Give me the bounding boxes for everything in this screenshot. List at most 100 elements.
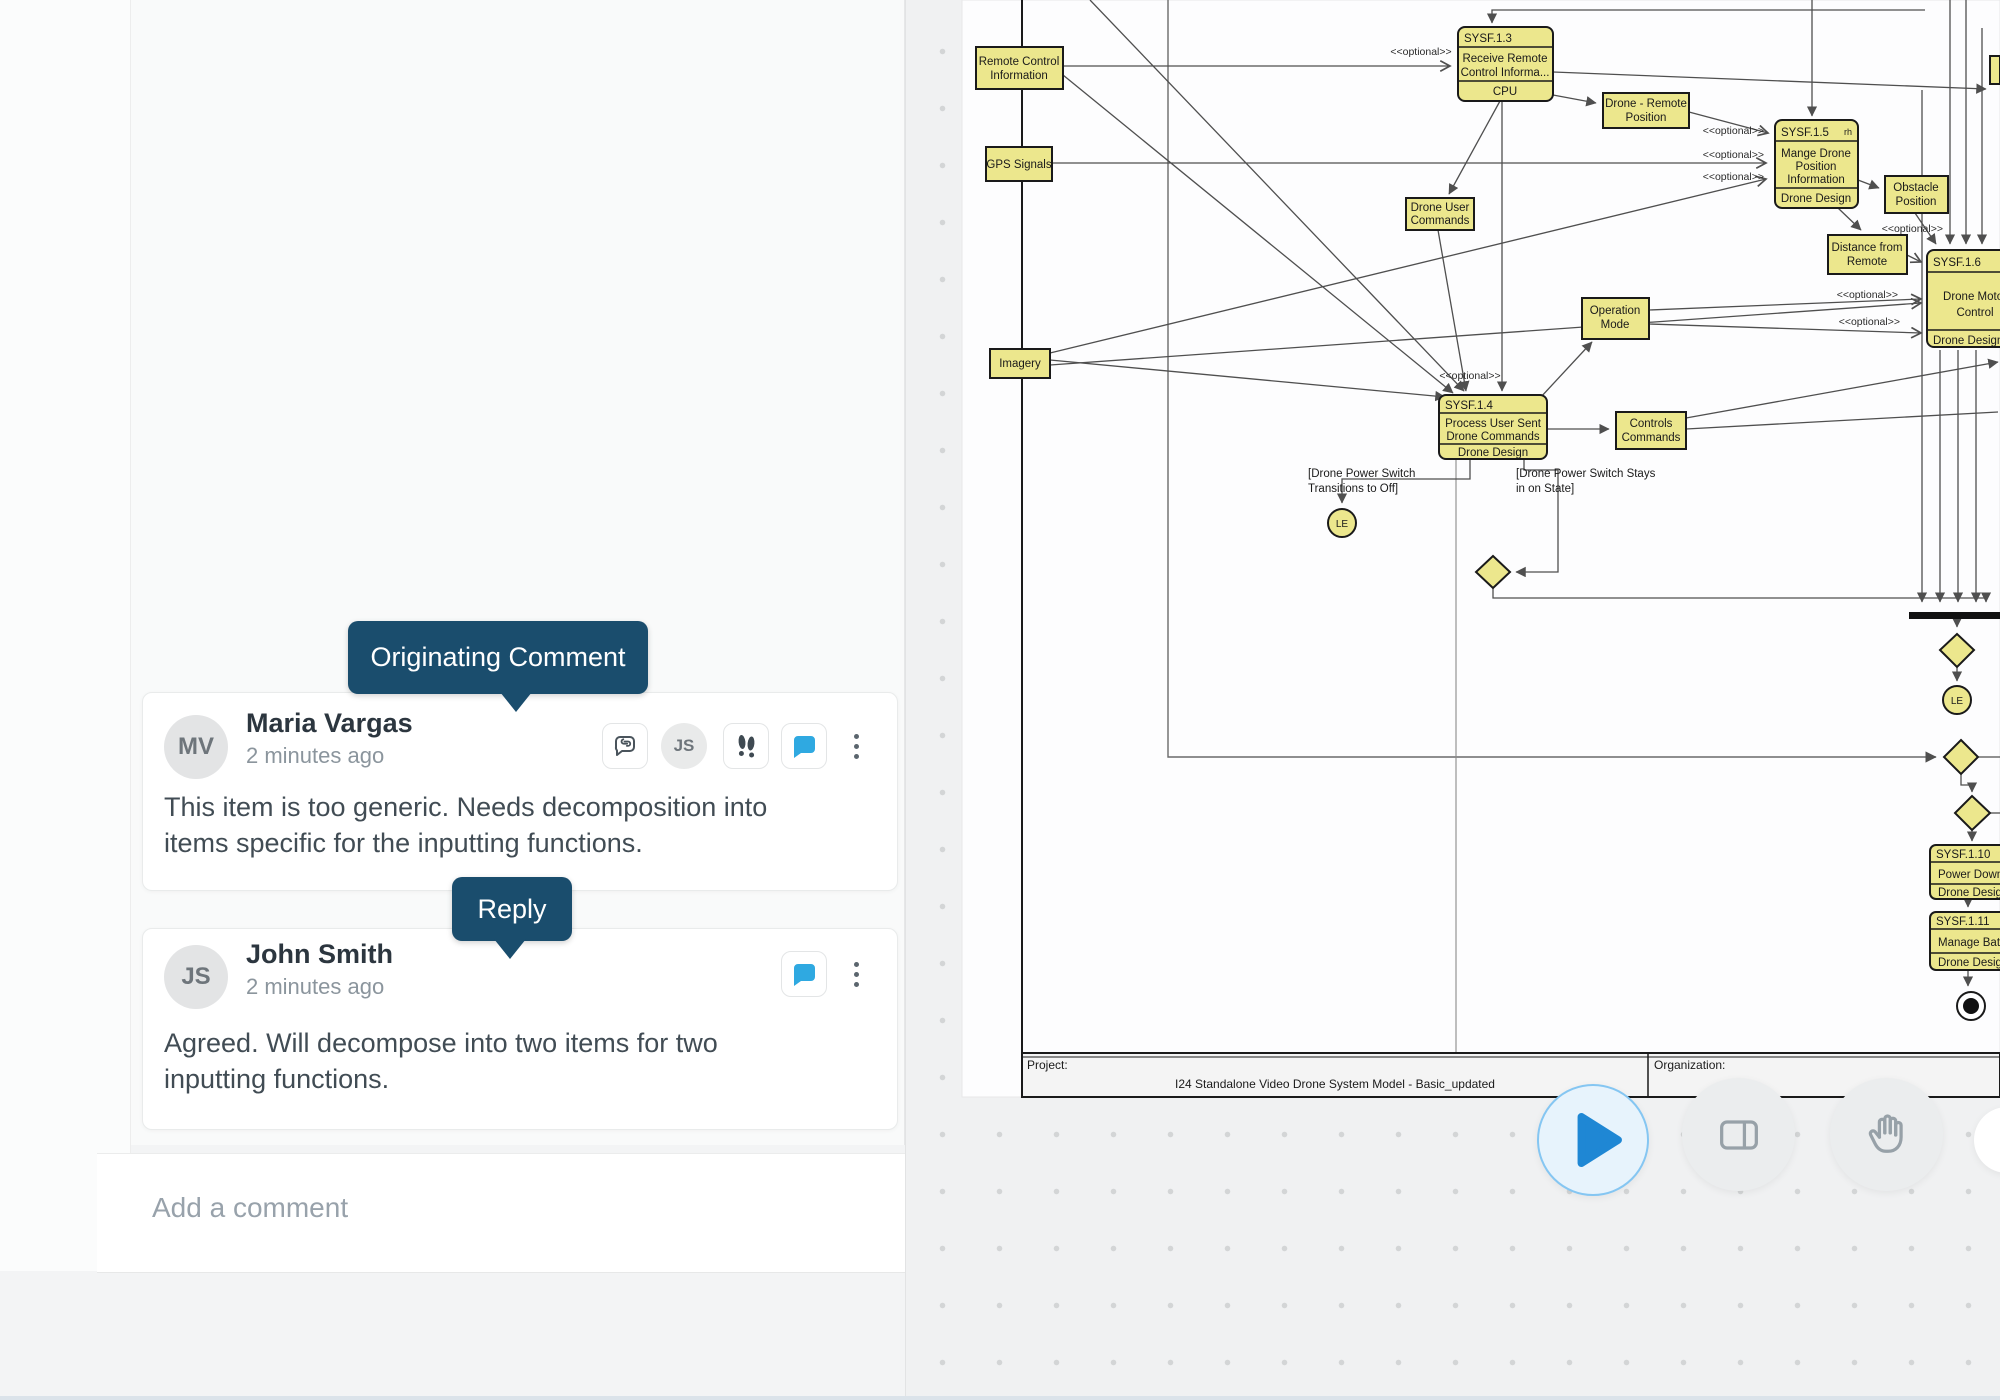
node-distance-from-remote[interactable] xyxy=(1828,235,1907,274)
svg-text:SYSF.1.6: SYSF.1.6 xyxy=(1933,257,1981,269)
svg-text:Drone Desig: Drone Desig xyxy=(1938,887,2000,899)
svg-text:in on State]: in on State] xyxy=(1516,483,1574,495)
comment-card-originating: MV Maria Vargas 2 minutes ago JS This it… xyxy=(142,692,898,891)
node-sysf-1-4[interactable]: SYSF.1.4 Process User Sent Drone Command… xyxy=(1439,395,1547,459)
footprints-button[interactable] xyxy=(723,723,769,769)
svg-text:Drone - Remote: Drone - Remote xyxy=(1605,98,1687,110)
simulate-button[interactable] xyxy=(1537,1084,1649,1196)
avatar: JS xyxy=(164,945,228,1009)
svg-text:Drone User: Drone User xyxy=(1411,202,1470,214)
svg-text:LE: LE xyxy=(1336,519,1349,530)
svg-text:SYSF.1.4: SYSF.1.4 xyxy=(1445,400,1494,412)
svg-text:Remote: Remote xyxy=(1847,256,1887,268)
final-node-core xyxy=(1963,998,1979,1014)
svg-text:Transitions to Off]: Transitions to Off] xyxy=(1308,483,1398,495)
comment-author: John Smith xyxy=(246,939,393,970)
svg-text:<<optional>>: <<optional>> xyxy=(1439,370,1500,382)
comment-bubble-icon xyxy=(790,732,818,760)
side-panel-toggle-button[interactable] xyxy=(1682,1078,1795,1191)
svg-text:<<optional>>: <<optional>> xyxy=(1839,316,1900,328)
svg-text:<<optional>>: <<optional>> xyxy=(1703,149,1764,161)
participant-avatar-initials: JS xyxy=(674,736,695,756)
svg-text:SYSF.1.11: SYSF.1.11 xyxy=(1936,916,1990,928)
svg-text:<<optional>>: <<optional>> xyxy=(1390,46,1451,58)
node-remote-control-information[interactable] xyxy=(976,47,1063,89)
decomposed-badge: rh xyxy=(1844,127,1852,137)
comment-text: Agreed. Will decompose into two items fo… xyxy=(164,1025,804,1097)
svg-text:Manage Batte: Manage Batte xyxy=(1938,937,2000,949)
comment-menu-button[interactable] xyxy=(846,951,866,997)
project-value: I24 Standalone Video Drone System Model … xyxy=(1175,1077,1495,1091)
svg-text:Drone Desig: Drone Desig xyxy=(1938,957,2000,969)
svg-text:<<optional>>: <<optional>> xyxy=(1882,223,1943,235)
svg-text:<<optional>>: <<optional>> xyxy=(1703,171,1764,183)
add-comment-input[interactable]: Add a comment xyxy=(97,1153,905,1273)
comment-timestamp: 2 minutes ago xyxy=(246,974,384,1000)
reply-tooltip-tail xyxy=(494,939,526,959)
svg-text:Commands: Commands xyxy=(1622,432,1681,444)
originating-comment-tooltip-label: Originating Comment xyxy=(370,642,625,673)
svg-text:SYSF.1.10: SYSF.1.10 xyxy=(1936,849,1990,861)
node-sysf-1-5[interactable]: SYSF.1.5 rh Mange Drone Position Informa… xyxy=(1775,120,1858,208)
avatar-initials: JS xyxy=(181,963,210,991)
svg-text:Imagery: Imagery xyxy=(999,358,1041,370)
link-comment-button[interactable] xyxy=(602,723,648,769)
svg-text:Position: Position xyxy=(1896,196,1937,208)
join-bar[interactable] xyxy=(1909,612,2000,619)
svg-text:CPU: CPU xyxy=(1493,86,1517,98)
originating-comment-tooltip: Originating Comment xyxy=(348,621,648,694)
svg-text:Mode: Mode xyxy=(1601,319,1630,331)
comment-indicator-button[interactable] xyxy=(781,951,827,997)
node-sysf-1-3[interactable]: SYSF.1.3 Receive Remote Control Informa.… xyxy=(1458,27,1553,101)
svg-text:Power Down.: Power Down. xyxy=(1938,869,2000,881)
comment-timestamp: 2 minutes ago xyxy=(246,743,384,769)
comment-menu-button[interactable] xyxy=(846,723,866,769)
svg-text:Obstacle: Obstacle xyxy=(1893,182,1938,194)
svg-text:Commands: Commands xyxy=(1411,215,1470,227)
svg-text:Position: Position xyxy=(1626,112,1667,124)
model-diagram: <<optional>> <<optional>> <<optional>> <… xyxy=(905,0,2000,1400)
svg-text:Drone Motor: Drone Motor xyxy=(1943,291,2000,303)
organization-label: Organization: xyxy=(1654,1058,1725,1072)
node-clipped-right[interactable] xyxy=(1990,56,2000,84)
avatar-initials: MV xyxy=(178,733,214,761)
comment-indicator-button[interactable] xyxy=(781,723,827,769)
reply-tooltip: Reply xyxy=(452,877,572,941)
svg-text:Drone Design: Drone Design xyxy=(1458,447,1528,459)
comment-bubble-icon xyxy=(790,960,818,988)
svg-text:Position: Position xyxy=(1796,161,1837,173)
left-gutter xyxy=(0,0,131,1271)
svg-text:LE: LE xyxy=(1951,696,1964,707)
svg-text:Operation: Operation xyxy=(1590,305,1641,317)
avatar: MV xyxy=(164,715,228,779)
svg-text:Control Informa...: Control Informa... xyxy=(1461,67,1550,79)
svg-text:Mange Drone: Mange Drone xyxy=(1781,148,1851,160)
hand-icon xyxy=(1861,1109,1913,1161)
participant-avatar: JS xyxy=(661,723,707,769)
comment-author: Maria Vargas xyxy=(246,708,413,739)
svg-text:Drone Commands: Drone Commands xyxy=(1446,431,1540,443)
svg-text:GPS Signals: GPS Signals xyxy=(986,159,1051,171)
svg-text:Controls: Controls xyxy=(1630,418,1673,430)
reply-tooltip-label: Reply xyxy=(477,894,546,925)
node-sysf-1-11[interactable]: SYSF.1.11 Manage Batte Drone Desig xyxy=(1930,912,2000,970)
comment-link-icon xyxy=(611,732,639,760)
svg-text:Remote Control: Remote Control xyxy=(979,56,1060,68)
svg-text:Information: Information xyxy=(1787,174,1845,186)
node-sysf-1-10[interactable]: SYSF.1.10 Power Down. Drone Desig xyxy=(1930,845,2000,899)
svg-text:<<optional>>: <<optional>> xyxy=(1837,289,1898,301)
svg-text:Receive Remote: Receive Remote xyxy=(1462,53,1547,65)
node-sysf-1-6[interactable]: SYSF.1.6 Drone Motor Control Drone Desig… xyxy=(1927,250,2000,347)
svg-text:[Drone Power Switch: [Drone Power Switch xyxy=(1308,468,1415,480)
project-label: Project: xyxy=(1027,1058,1068,1072)
svg-text:Control: Control xyxy=(1956,307,1993,319)
svg-text:Process User Sent: Process User Sent xyxy=(1445,418,1542,430)
originating-comment-tooltip-tail xyxy=(500,692,532,712)
split-panel-icon xyxy=(1713,1109,1765,1161)
add-comment-placeholder: Add a comment xyxy=(152,1192,348,1224)
svg-text:SYSF.1.5: SYSF.1.5 xyxy=(1781,127,1829,139)
footprints-icon xyxy=(732,732,760,760)
svg-text:<<optional>>: <<optional>> xyxy=(1703,125,1764,137)
pan-tool-button[interactable] xyxy=(1830,1078,1943,1191)
svg-text:Distance from: Distance from xyxy=(1832,242,1903,254)
